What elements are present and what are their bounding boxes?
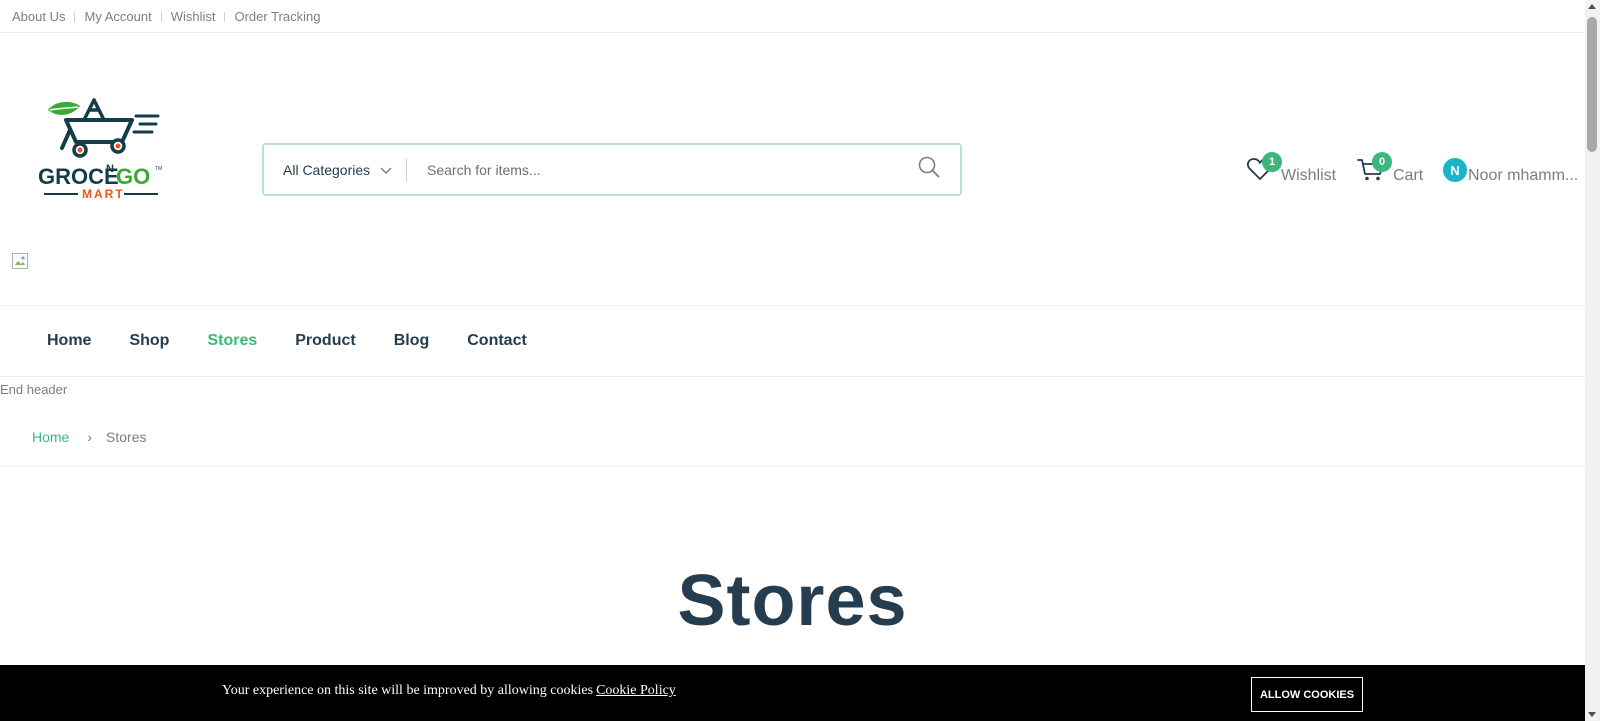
nav-item-blog[interactable]: Blog [394,332,430,350]
broken-image-icon [12,253,28,269]
scrollbar[interactable] [1585,0,1600,721]
page: About Us My Account Wishlist Order Track… [0,0,1585,721]
logo-graphic: GROCE N GO TM MART [38,98,162,201]
wishlist-label[interactable]: Wishlist [1281,167,1336,185]
cookie-message: Your experience on this site will be imp… [222,683,676,699]
wishlist-icon-wrap: 1 [1246,152,1282,183]
category-select-label: All Categories [283,161,371,178]
category-select[interactable]: All Categories [264,145,406,194]
avatar[interactable]: N [1443,158,1467,182]
breadcrumb: Home › Stores [0,407,1585,467]
breadcrumb-home[interactable]: Home [32,429,69,445]
top-link-about-label[interactable]: About Us [12,9,65,24]
top-link-about[interactable]: About Us [12,9,84,24]
logo-tm: TM [155,166,162,172]
search-button[interactable] [904,145,954,194]
wishlist-count-badge: 1 [1262,152,1282,172]
top-link-divider [224,11,226,22]
top-link-divider [160,11,162,22]
top-link-order-tracking[interactable]: Order Tracking [234,9,320,24]
chevron-down-icon [380,162,392,178]
scroll-up-arrow-icon[interactable] [1588,4,1596,9]
scroll-thumb[interactable] [1587,17,1597,152]
cookie-policy-link[interactable]: Cookie Policy [596,683,676,698]
logo-text-go: GO [116,164,150,189]
scroll-down-arrow-icon[interactable] [1588,712,1596,717]
logo-text-small: N [106,163,114,175]
cart-label[interactable]: Cart [1393,167,1423,185]
search-bar: All Categories [262,143,962,196]
nav-item-product[interactable]: Product [295,332,355,350]
search-input[interactable] [407,145,904,194]
user-name[interactable]: Noor mhamm... [1468,167,1578,185]
breadcrumb-separator: › [87,428,93,445]
end-header-text: End header [0,382,68,397]
top-link-account-label[interactable]: My Account [84,9,151,24]
search-icon [918,156,940,183]
nav-item-stores[interactable]: Stores [207,332,257,350]
top-link-order-tracking-label[interactable]: Order Tracking [234,9,320,24]
site-logo[interactable]: GROCE N GO TM MART [36,96,168,201]
top-link-wishlist[interactable]: Wishlist [171,9,235,24]
breadcrumb-current: Stores [106,428,147,445]
cookie-message-text: Your experience on this site will be imp… [222,683,594,698]
top-links: About Us My Account Wishlist Order Track… [0,0,1585,33]
cookie-bar: Your experience on this site will be imp… [0,665,1585,721]
header-cart[interactable]: 0 Cart [1357,152,1423,185]
top-bar: About Us My Account Wishlist Order Track… [0,0,1585,33]
cart-count-badge: 0 [1372,152,1392,172]
top-link-divider [74,11,76,22]
page-title: Stores [677,561,908,641]
nav-item-contact[interactable]: Contact [467,332,527,350]
logo-subtext: MART [82,187,125,200]
nav-item-home[interactable]: Home [47,332,91,350]
main-nav-list: Home Shop Stores Product Blog Contact [0,306,1585,376]
allow-cookies-button[interactable]: ALLOW COOKIES [1251,677,1363,712]
header-wishlist[interactable]: 1 Wishlist [1246,152,1336,185]
cart-icon-wrap: 0 [1357,152,1392,183]
main-nav: Home Shop Stores Product Blog Contact [0,305,1585,377]
top-link-wishlist-label[interactable]: Wishlist [171,9,216,24]
nav-item-shop[interactable]: Shop [129,332,169,350]
top-link-account[interactable]: My Account [84,9,170,24]
